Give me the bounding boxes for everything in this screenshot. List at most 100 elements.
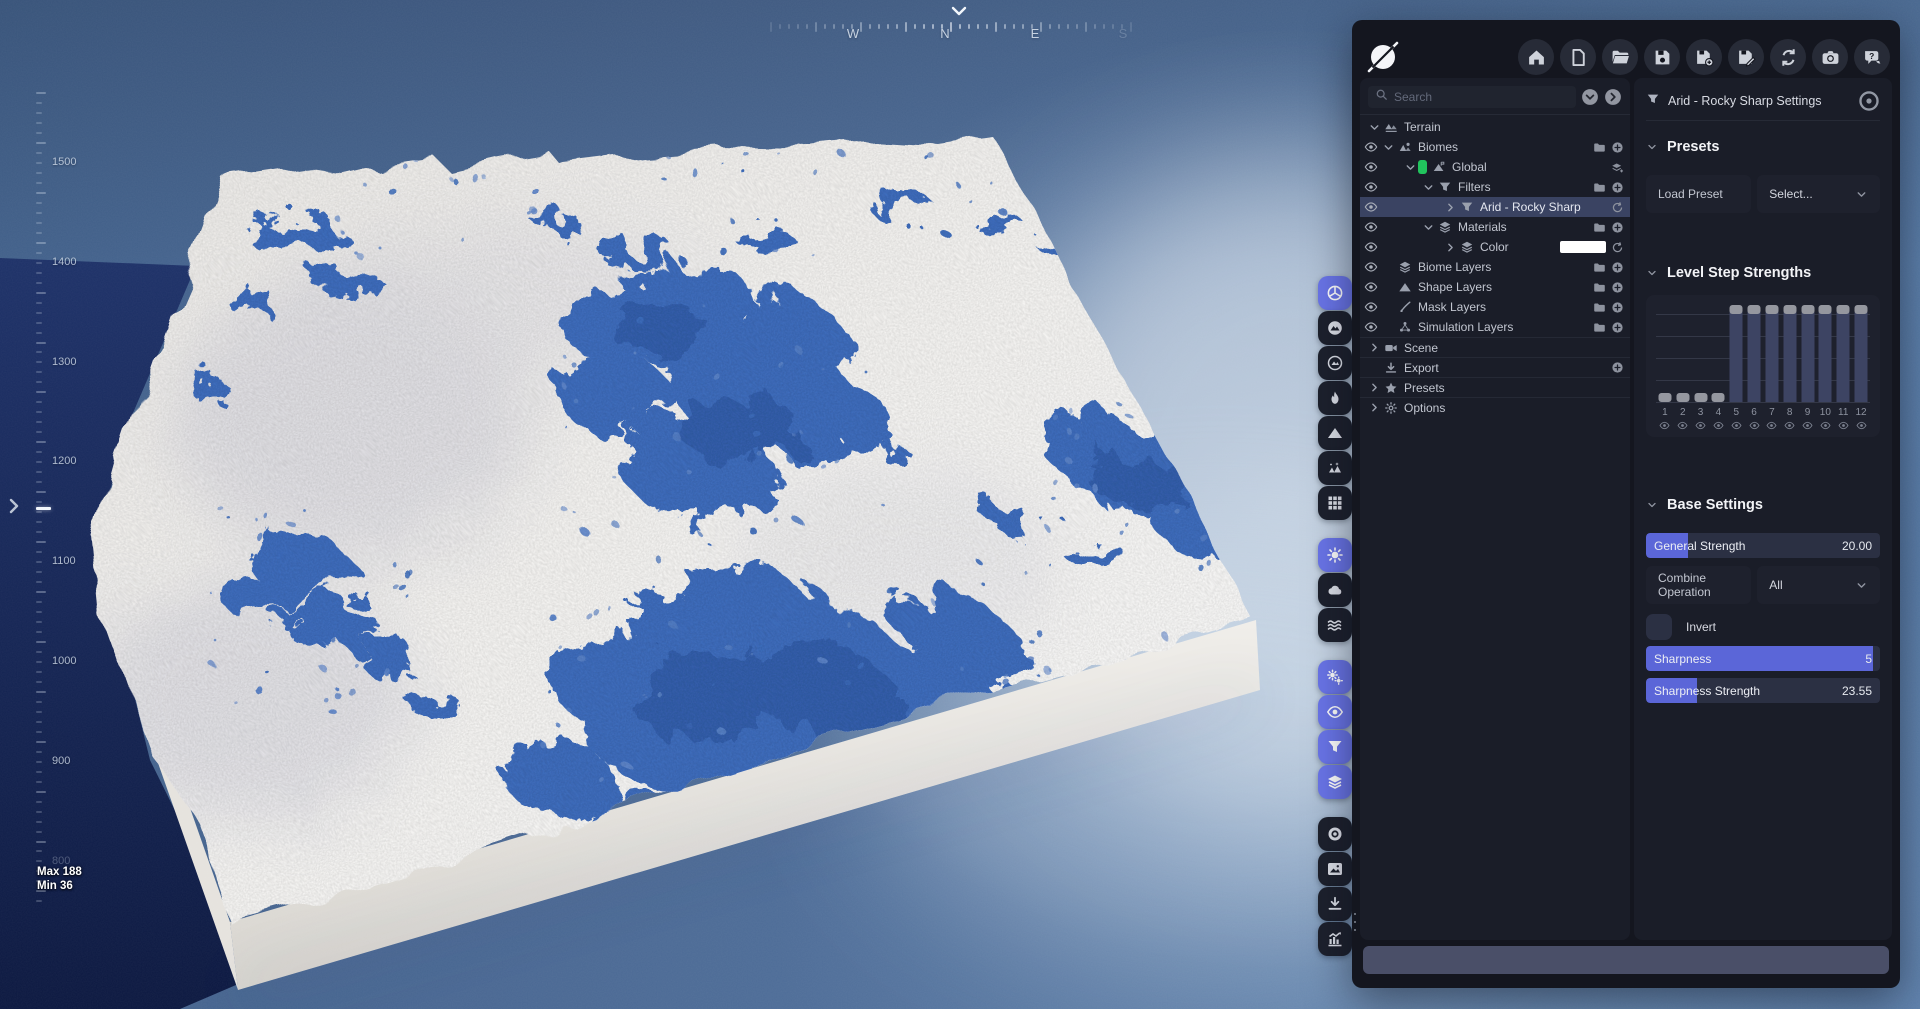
bar-visibility-eye-icon[interactable]: [1834, 420, 1852, 431]
tree-row-terrain[interactable]: Terrain: [1360, 117, 1630, 137]
bar-visibility-eye-icon[interactable]: [1674, 420, 1692, 431]
rocks-tool-button[interactable]: [1318, 451, 1352, 485]
sun-tool-button[interactable]: [1318, 538, 1352, 572]
tree-row-global[interactable]: Global: [1360, 157, 1630, 177]
level-step-bar-8[interactable]: [1781, 305, 1799, 403]
section-presets[interactable]: Presets: [1646, 137, 1880, 157]
mountain-circle-tool-button[interactable]: [1318, 311, 1352, 345]
record-tool-button[interactable]: [1318, 817, 1352, 851]
general-strength-slider[interactable]: General Strength 20.00: [1646, 533, 1880, 558]
invert-checkbox[interactable]: [1646, 614, 1672, 640]
open-project-button[interactable]: [1602, 39, 1638, 75]
folder-button[interactable]: [1593, 181, 1606, 194]
nav-sphere-tool-button[interactable]: [1318, 276, 1352, 310]
level-step-bar-4[interactable]: [1709, 305, 1727, 403]
level-step-bar-12[interactable]: [1852, 305, 1870, 403]
waves-tool-button[interactable]: [1318, 608, 1352, 642]
flame-tool-button[interactable]: [1318, 381, 1352, 415]
plus-button[interactable]: [1611, 281, 1624, 294]
tree-row-mask-layers[interactable]: Mask Layers: [1360, 297, 1630, 317]
refresh-button[interactable]: [1611, 201, 1624, 214]
tree-row-biomes[interactable]: Biomes: [1360, 137, 1630, 157]
level-step-bar-3[interactable]: [1692, 305, 1710, 403]
mountain-tool-button[interactable]: [1318, 416, 1352, 450]
visibility-eye-icon[interactable]: [1364, 280, 1380, 294]
gears-tool-button[interactable]: [1318, 660, 1352, 694]
bar-visibility-eye-icon[interactable]: [1656, 420, 1674, 431]
bar-visibility-eye-icon[interactable]: [1816, 420, 1834, 431]
level-step-bar-6[interactable]: [1745, 305, 1763, 403]
level-step-bar-11[interactable]: [1834, 305, 1852, 403]
bar-visibility-eye-icon[interactable]: [1745, 420, 1763, 431]
elevation-ruler[interactable]: 150014001300120011001000900800: [36, 92, 146, 922]
chevron-right-icon[interactable]: [1444, 241, 1458, 254]
eye-tool-button[interactable]: [1318, 695, 1352, 729]
tree-row-options[interactable]: Options: [1360, 397, 1630, 417]
level-step-bar-7[interactable]: [1763, 305, 1781, 403]
chevron-down-icon[interactable]: [1368, 121, 1382, 134]
section-base-settings[interactable]: Base Settings: [1646, 495, 1880, 515]
search-input-wrap[interactable]: [1368, 86, 1576, 108]
home-button[interactable]: [1518, 39, 1554, 75]
tree-row-filters[interactable]: Filters: [1360, 177, 1630, 197]
ring-mountain-tool-button[interactable]: [1318, 346, 1352, 380]
search-input[interactable]: [1394, 90, 1569, 104]
tree-row-presets[interactable]: Presets: [1360, 377, 1630, 397]
chevron-down-icon[interactable]: [1404, 161, 1418, 174]
chevron-down-icon[interactable]: [1422, 181, 1436, 194]
chevron-right-icon[interactable]: [1368, 401, 1382, 414]
folder-button[interactable]: [1593, 321, 1606, 334]
tree-row-export[interactable]: Export: [1360, 357, 1630, 377]
sharpness-slider[interactable]: Sharpness 5: [1646, 646, 1880, 671]
expand-all-button[interactable]: [1604, 88, 1622, 106]
tree-row-shape-layers[interactable]: Shape Layers: [1360, 277, 1630, 297]
visibility-eye-icon[interactable]: [1364, 240, 1380, 254]
tree-row-materials[interactable]: Materials: [1360, 217, 1630, 237]
folder-button[interactable]: [1593, 141, 1606, 154]
level-step-bar-5[interactable]: [1727, 305, 1745, 403]
bar-visibility-eye-icon[interactable]: [1799, 420, 1817, 431]
layers-tool-button[interactable]: [1318, 765, 1352, 799]
tree-row-simulation-layers[interactable]: Simulation Layers: [1360, 317, 1630, 337]
download-tool-button[interactable]: [1318, 887, 1352, 921]
funnel-tool-button[interactable]: [1318, 730, 1352, 764]
folder-button[interactable]: [1593, 281, 1606, 294]
plus-button[interactable]: [1611, 301, 1624, 314]
screenshot-button[interactable]: [1812, 39, 1848, 75]
cloud-tool-button[interactable]: [1318, 573, 1352, 607]
plus-button[interactable]: [1611, 141, 1624, 154]
level-step-bar-2[interactable]: [1674, 305, 1692, 403]
expand-left-panel-icon[interactable]: [7, 496, 21, 516]
chevron-right-icon[interactable]: [1368, 341, 1382, 354]
color-swatch[interactable]: [1418, 160, 1427, 174]
visibility-eye-icon[interactable]: [1364, 320, 1380, 334]
bar-visibility-eye-icon[interactable]: [1763, 420, 1781, 431]
chevron-down-icon[interactable]: [1382, 141, 1396, 154]
color-value-swatch[interactable]: [1560, 241, 1606, 253]
plus-button[interactable]: [1611, 261, 1624, 274]
save-edit-button[interactable]: [1728, 39, 1764, 75]
level-step-bar-9[interactable]: [1799, 305, 1817, 403]
load-preset-select[interactable]: Select...: [1757, 175, 1880, 213]
visibility-eye-icon[interactable]: [1364, 300, 1380, 314]
sharpness-strength-slider[interactable]: Sharpness Strength 23.55: [1646, 678, 1880, 703]
compass-bar[interactable]: WNES: [770, 2, 1132, 46]
tree-row-arid-rocky-sharp[interactable]: Arid - Rocky Sharp: [1360, 197, 1630, 217]
tree-row-biome-layers[interactable]: Biome Layers: [1360, 257, 1630, 277]
chevron-right-icon[interactable]: [1368, 381, 1382, 394]
refresh-button[interactable]: [1611, 241, 1624, 254]
bar-visibility-eye-icon[interactable]: [1727, 420, 1745, 431]
bar-visibility-eye-icon[interactable]: [1692, 420, 1710, 431]
bar-visibility-eye-icon[interactable]: [1781, 420, 1799, 431]
image-tool-button[interactable]: [1318, 852, 1352, 886]
chevron-right-icon[interactable]: [1444, 201, 1458, 214]
visibility-eye-icon[interactable]: [1364, 220, 1380, 234]
help-button[interactable]: ?: [1854, 39, 1890, 75]
visibility-eye-icon[interactable]: [1364, 260, 1380, 274]
bar-visibility-eye-icon[interactable]: [1709, 420, 1727, 431]
plus-button[interactable]: [1611, 361, 1624, 374]
grid-tool-button[interactable]: [1318, 486, 1352, 520]
plus-button[interactable]: [1611, 181, 1624, 194]
settings-options-button[interactable]: [1857, 90, 1880, 113]
plus-button[interactable]: [1611, 321, 1624, 334]
